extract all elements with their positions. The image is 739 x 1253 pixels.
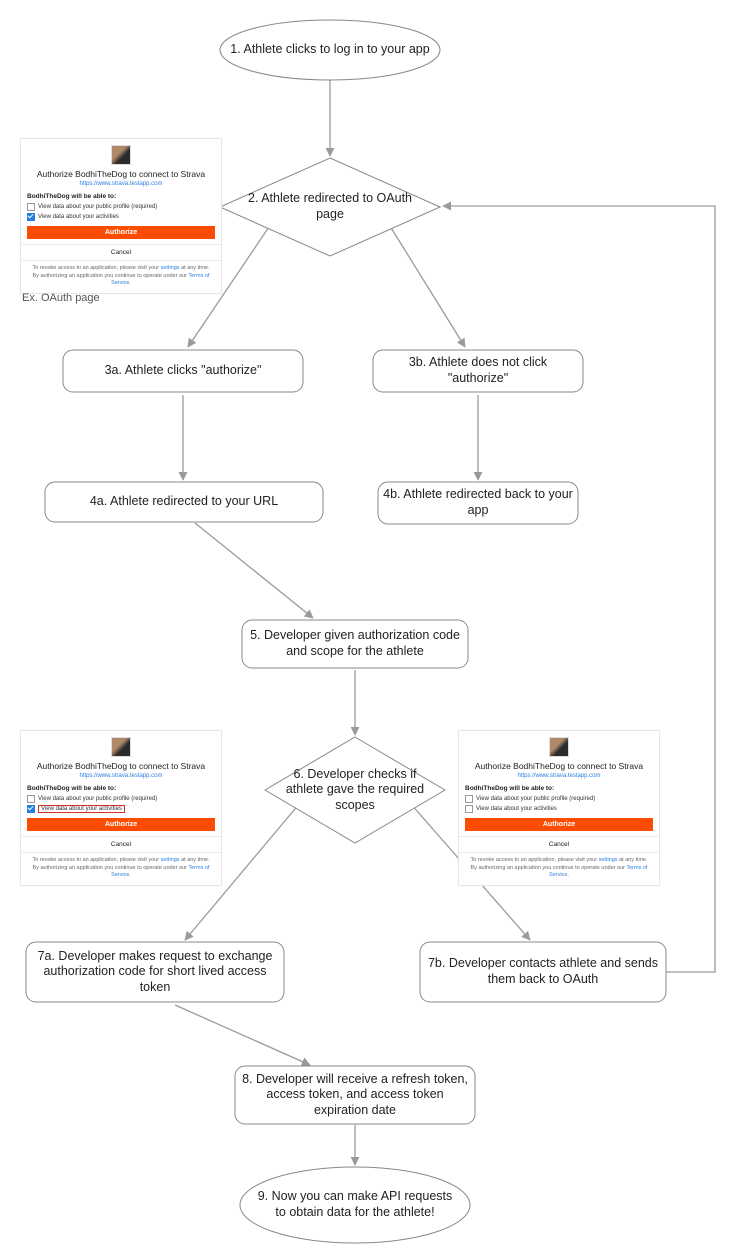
oauth-url: https://www.strava.testapp.com bbox=[27, 773, 215, 779]
authorize-button[interactable]: Authorize bbox=[27, 818, 215, 831]
oauth-title: Authorize BodhiTheDog to connect to Stra… bbox=[27, 169, 215, 179]
node-7b-label: 7b. Developer contacts athlete and sends… bbox=[426, 956, 660, 987]
avatar bbox=[111, 145, 131, 165]
edge-2-3b bbox=[385, 218, 465, 347]
authorize-button[interactable]: Authorize bbox=[27, 226, 215, 239]
perm-profile: View data about your public profile (req… bbox=[38, 204, 157, 210]
node-5-label: 5. Developer given authorization code an… bbox=[248, 628, 462, 659]
oauth-footer: To revoke access to an application, plea… bbox=[21, 853, 221, 885]
oauth-example-card-left: Authorize BodhiTheDog to connect to Stra… bbox=[20, 730, 222, 886]
oauth-title: Authorize BodhiTheDog to connect to Stra… bbox=[465, 761, 653, 771]
authorize-button[interactable]: Authorize bbox=[465, 818, 653, 831]
oauth-footer: To revoke access to an application, plea… bbox=[21, 261, 221, 293]
checkbox-icon bbox=[27, 795, 35, 803]
oauth-example-card-right: Authorize BodhiTheDog to connect to Stra… bbox=[458, 730, 660, 886]
node-2-label: 2. Athlete redirected to OAuth page bbox=[248, 191, 412, 222]
checkbox-icon bbox=[465, 805, 473, 813]
oauth-subheading: BodhiTheDog will be able to: bbox=[27, 193, 215, 200]
node-7a-label: 7a. Developer makes request to exchange … bbox=[32, 949, 278, 996]
node-1-label: 1. Athlete clicks to log in to your app bbox=[230, 42, 429, 58]
node-3a-label: 3a. Athlete clicks "authorize" bbox=[105, 363, 262, 379]
node-4b-label: 4b. Athlete redirected back to your app bbox=[382, 487, 574, 518]
checkbox-icon bbox=[465, 795, 473, 803]
oauth-url: https://www.strava.testapp.com bbox=[27, 181, 215, 187]
perm-profile: View data about your public profile (req… bbox=[38, 796, 157, 802]
node-4a-label: 4a. Athlete redirected to your URL bbox=[90, 494, 278, 510]
oauth-footer: To revoke access to an application, plea… bbox=[459, 853, 659, 885]
cancel-button[interactable]: Cancel bbox=[21, 836, 221, 853]
node-6-label: 6. Developer checks if athlete gave the … bbox=[285, 767, 425, 814]
settings-link[interactable]: settings bbox=[161, 265, 180, 271]
checkbox-icon bbox=[27, 213, 35, 221]
node-9-label: 9. Now you can make API requests to obta… bbox=[252, 1189, 458, 1220]
edge-4a-5 bbox=[195, 523, 313, 618]
cancel-button[interactable]: Cancel bbox=[21, 244, 221, 261]
settings-link[interactable]: settings bbox=[161, 857, 180, 863]
node-3b-label: 3b. Athlete does not click "authorize" bbox=[378, 355, 578, 386]
oauth-subheading: BodhiTheDog will be able to: bbox=[27, 785, 215, 792]
oauth-caption: Ex. OAuth page bbox=[22, 292, 100, 304]
perm-activities-highlighted: View data about your activities bbox=[38, 805, 125, 813]
oauth-subheading: BodhiTheDog will be able to: bbox=[465, 785, 653, 792]
avatar bbox=[549, 737, 569, 757]
perm-activities: View data about your activities bbox=[476, 806, 557, 812]
avatar bbox=[111, 737, 131, 757]
edge-7a-8 bbox=[175, 1005, 310, 1065]
oauth-title: Authorize BodhiTheDog to connect to Stra… bbox=[27, 761, 215, 771]
node-8-label: 8. Developer will receive a refresh toke… bbox=[240, 1072, 470, 1119]
checkbox-icon bbox=[27, 203, 35, 211]
cancel-button[interactable]: Cancel bbox=[459, 836, 659, 853]
oauth-example-card-top: Authorize BodhiTheDog to connect to Stra… bbox=[20, 138, 222, 294]
oauth-url: https://www.strava.testapp.com bbox=[465, 773, 653, 779]
perm-profile: View data about your public profile (req… bbox=[476, 796, 595, 802]
perm-activities: View data about your activities bbox=[38, 214, 119, 220]
settings-link[interactable]: settings bbox=[599, 857, 618, 863]
checkbox-icon bbox=[27, 805, 35, 813]
